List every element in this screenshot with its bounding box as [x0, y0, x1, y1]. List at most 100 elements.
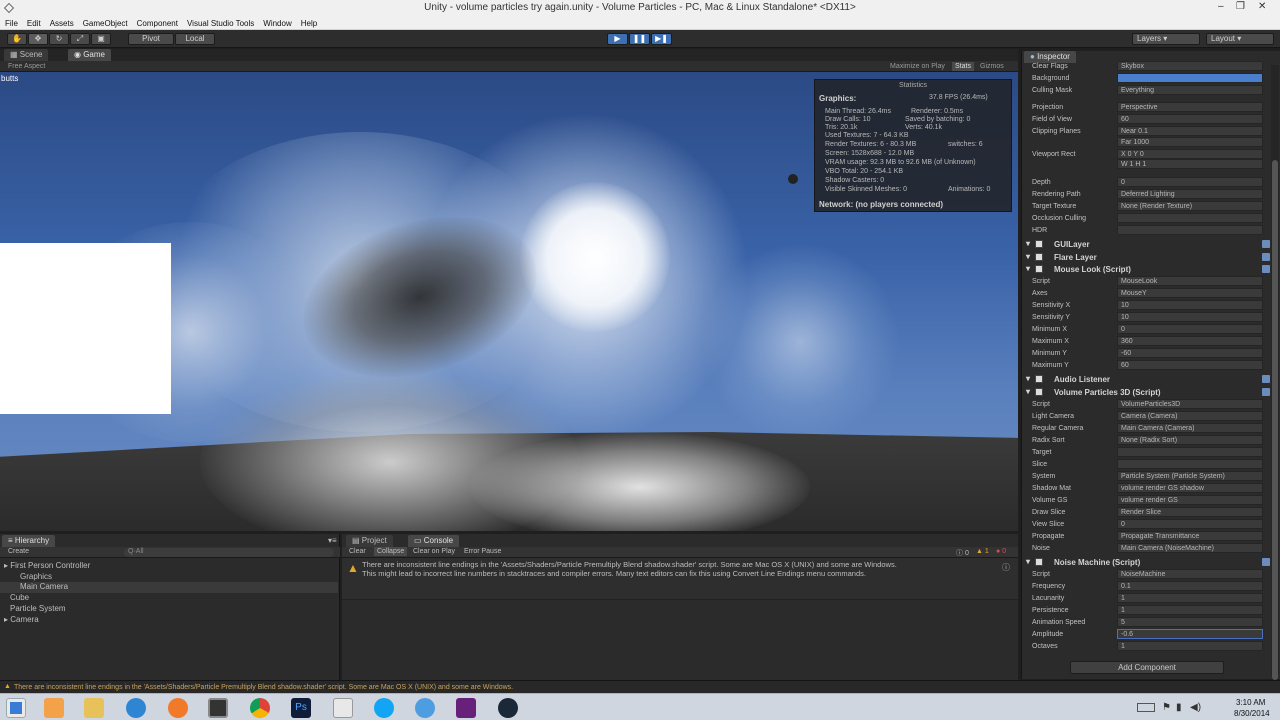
volume-particles-4-field[interactable]	[1117, 447, 1263, 457]
component-settings-icon[interactable]	[1262, 388, 1270, 396]
volume-particles-3-field[interactable]: None (Radix Sort)	[1117, 435, 1263, 445]
component-settings-icon[interactable]	[1262, 240, 1270, 248]
volume-particles-11-field[interactable]: Propagate Transmittance	[1117, 531, 1263, 541]
mouse-look-0-field[interactable]: MouseLook	[1117, 276, 1263, 286]
tab-hierarchy[interactable]: ≡ Hierarchy	[2, 535, 56, 547]
mouse-look-4-field[interactable]: 0	[1117, 324, 1263, 334]
rotate-tool-icon[interactable]: ↻	[49, 33, 69, 45]
menu-edit[interactable]: Edit	[22, 16, 45, 28]
photoshop-app-icon[interactable]: Ps	[291, 698, 311, 718]
create-dropdown[interactable]: Create	[8, 548, 29, 555]
local-toggle[interactable]: Local	[175, 33, 215, 45]
start-windows-icon[interactable]	[6, 698, 26, 718]
camera-6-field[interactable]: Far 1000	[1117, 137, 1263, 147]
gizmos-dropdown[interactable]: Gizmos	[980, 63, 1004, 70]
volume-particles-component-header[interactable]: ▾ Volume Particles 3D (Script)	[1026, 387, 1272, 399]
add-component-button[interactable]: Add Component	[1070, 661, 1224, 674]
status-bar[interactable]: ▲ There are inconsistent line endings in…	[0, 680, 1018, 693]
enabled-checkbox[interactable]	[1035, 388, 1043, 396]
mouse-look-component-header[interactable]: ▾ Mouse Look (Script)	[1026, 264, 1272, 276]
rect-tool-icon[interactable]: ▣	[91, 33, 111, 45]
camera-4-field[interactable]: 60	[1117, 114, 1263, 124]
volume-particles-1-field[interactable]: Camera (Camera)	[1117, 411, 1263, 421]
noise-machine-3-field[interactable]: 1	[1117, 605, 1263, 615]
mouse-look-3-field[interactable]: 10	[1117, 312, 1263, 322]
file-explorer-icon[interactable]	[84, 698, 104, 718]
menu-file[interactable]: File	[0, 16, 22, 28]
menu-help[interactable]: Help	[296, 16, 321, 28]
menu-window[interactable]: Window	[258, 16, 295, 28]
move-tool-icon[interactable]: ✥	[28, 33, 48, 45]
noise-machine-2-field[interactable]: 1	[1117, 593, 1263, 603]
volume-particles-5-field[interactable]	[1117, 459, 1263, 469]
camera-2-field[interactable]: Everything	[1117, 85, 1263, 95]
noise-machine-0-field[interactable]: NoiseMachine	[1117, 569, 1263, 579]
unity-window-icon[interactable]	[333, 698, 353, 718]
layers-dropdown[interactable]: Layers ▾	[1132, 33, 1200, 45]
info-count-icon[interactable]: ⓘ 0	[956, 548, 969, 558]
visual-studio-app-icon[interactable]	[456, 698, 476, 718]
volume-particles-0-field[interactable]: VolumeParticles3D	[1117, 399, 1263, 409]
hierarchy-item-main-camera[interactable]: Main Camera	[0, 582, 338, 593]
component-settings-icon[interactable]	[1262, 265, 1270, 273]
clear-on-play-toggle[interactable]: Clear on Play	[413, 548, 455, 555]
audio-listener-component-header[interactable]: ▾ Audio Listener	[1026, 374, 1272, 386]
volume-particles-7-field[interactable]: volume render GS shadow	[1117, 483, 1263, 493]
play-button[interactable]: ▶	[607, 33, 628, 45]
camera-1-field[interactable]	[1117, 73, 1263, 83]
mouse-look-5-field[interactable]: 360	[1117, 336, 1263, 346]
error-pause-toggle[interactable]: Error Pause	[464, 548, 501, 555]
enabled-checkbox[interactable]	[1035, 240, 1043, 248]
camera-5-field[interactable]: Near 0.1	[1117, 126, 1263, 136]
tray-flag-icon[interactable]: ⚑	[1162, 702, 1171, 713]
enabled-checkbox[interactable]	[1035, 253, 1043, 261]
volume-particles-10-field[interactable]: 0	[1117, 519, 1263, 529]
scale-tool-icon[interactable]: ⤢	[70, 33, 90, 45]
origin-app-icon[interactable]	[168, 698, 188, 718]
hierarchy-item-camera[interactable]: ▸ Camera	[4, 615, 39, 624]
noise-machine-component-header[interactable]: ▾ Noise Machine (Script)	[1026, 557, 1272, 569]
enabled-checkbox[interactable]	[1035, 375, 1043, 383]
pivot-toggle[interactable]: Pivot	[128, 33, 174, 45]
camera-0-field[interactable]: Skybox	[1117, 61, 1263, 71]
tab-scene[interactable]: ▦ Scene	[4, 49, 49, 61]
foldout-arrow-icon[interactable]: ▾	[1026, 264, 1030, 273]
panel-menu-icon[interactable]: ▾≡	[328, 536, 337, 545]
component-settings-icon[interactable]	[1262, 253, 1270, 261]
component-settings-icon[interactable]	[1262, 558, 1270, 566]
collapse-toggle[interactable]: Collapse	[374, 547, 408, 556]
mouse-look-1-field[interactable]: MouseY	[1117, 288, 1263, 298]
menu-assets[interactable]: Assets	[45, 16, 78, 28]
volume-particles-8-field[interactable]: volume render GS	[1117, 495, 1263, 505]
clock-time[interactable]: 3:10 AM	[1236, 698, 1265, 707]
noise-machine-1-field[interactable]: 0.1	[1117, 581, 1263, 591]
tab-project[interactable]: ▤ Project	[346, 535, 393, 547]
mouse-look-6-field[interactable]: -60	[1117, 348, 1263, 358]
pause-button[interactable]: ❚❚	[629, 33, 650, 45]
maximize-on-play-toggle[interactable]: Maximize on Play	[890, 63, 945, 70]
minimize-button[interactable]: –	[1218, 1, 1224, 12]
hierarchy-item-cube[interactable]: Cube	[10, 593, 29, 602]
network-app-icon[interactable]	[126, 698, 146, 718]
hand-tool-icon[interactable]: ✋	[7, 33, 27, 45]
skype-app-icon[interactable]	[374, 698, 394, 718]
clock-date[interactable]: 8/30/2014	[1234, 709, 1270, 718]
volume-particles-6-field[interactable]: Particle System (Particle System)	[1117, 471, 1263, 481]
mouse-look-7-field[interactable]: 60	[1117, 360, 1263, 370]
camera-11-field[interactable]: None (Render Texture)	[1117, 201, 1263, 211]
component-settings-icon[interactable]	[1262, 375, 1270, 383]
camera-8-field[interactable]: W 1 H 1	[1117, 159, 1263, 169]
warning-count-icon[interactable]: ▲ 1	[976, 548, 989, 555]
inspector-scrollbar[interactable]	[1271, 65, 1279, 680]
hierarchy-item-particle-system[interactable]: Particle System	[10, 604, 66, 613]
mouse-look-2-field[interactable]: 10	[1117, 300, 1263, 310]
camera-12-field[interactable]	[1117, 213, 1263, 223]
aspect-dropdown[interactable]: Free Aspect	[8, 63, 45, 70]
stats-toggle[interactable]: Stats	[952, 62, 974, 71]
unity-app-icon[interactable]	[208, 698, 228, 718]
foldout-arrow-icon[interactable]: ▾	[1026, 374, 1030, 383]
camera-9-field[interactable]: 0	[1117, 177, 1263, 187]
camera-13-field[interactable]	[1117, 225, 1263, 235]
blender-app-icon[interactable]	[44, 698, 64, 718]
maximize-button[interactable]: ❐	[1236, 1, 1245, 12]
